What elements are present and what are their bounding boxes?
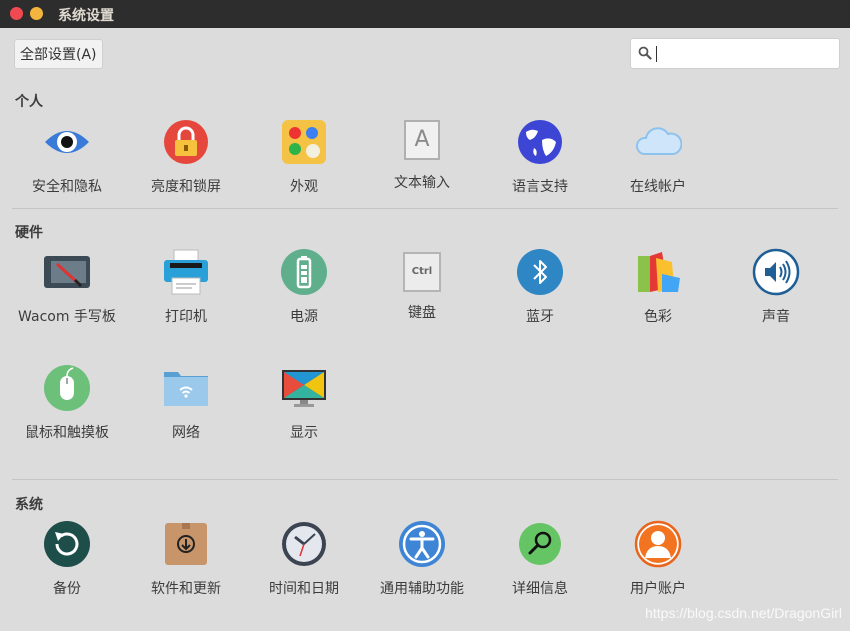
item-label: 用户账户 bbox=[630, 581, 686, 597]
item-label: 键盘 bbox=[408, 305, 436, 321]
speaker-icon bbox=[752, 248, 800, 296]
section-title-personal: 个人 bbox=[15, 94, 43, 110]
printer-icon bbox=[164, 249, 208, 295]
item-wacom-tablet[interactable]: Wacom 手写板 bbox=[12, 248, 122, 329]
search-box[interactable] bbox=[630, 38, 840, 69]
item-label: 语言支持 bbox=[512, 179, 568, 195]
item-label: 通用辅助功能 bbox=[380, 581, 464, 597]
separator bbox=[12, 479, 838, 480]
item-label: 时间和日期 bbox=[269, 581, 339, 597]
section-title-system: 系统 bbox=[15, 497, 43, 513]
item-online-accounts[interactable]: 在线帐户 bbox=[603, 118, 713, 199]
magnifier-icon bbox=[519, 523, 561, 565]
package-icon bbox=[165, 523, 207, 565]
item-label: 亮度和锁屏 bbox=[151, 179, 221, 195]
item-brightness-lock[interactable]: 亮度和锁屏 bbox=[131, 118, 241, 199]
section-title-hardware: 硬件 bbox=[15, 225, 43, 241]
item-label: 蓝牙 bbox=[526, 309, 554, 325]
window-title: 系统设置 bbox=[58, 8, 114, 24]
cloud-icon bbox=[635, 127, 683, 155]
item-printers[interactable]: 打印机 bbox=[131, 248, 241, 329]
globe-icon bbox=[518, 120, 562, 164]
item-label: 安全和隐私 bbox=[32, 179, 102, 195]
item-label: 电源 bbox=[290, 309, 318, 325]
item-label: Wacom 手写板 bbox=[18, 309, 116, 325]
network-folder-icon bbox=[164, 372, 208, 406]
item-label: 鼠标和触摸板 bbox=[25, 425, 109, 441]
item-label: 声音 bbox=[762, 309, 790, 325]
text-entry-icon: A bbox=[398, 118, 446, 166]
item-mouse-touchpad[interactable]: 鼠标和触摸板 bbox=[12, 364, 122, 445]
item-label: 显示 bbox=[290, 425, 318, 441]
item-label: 备份 bbox=[53, 581, 81, 597]
item-label: 外观 bbox=[290, 179, 318, 195]
search-input[interactable] bbox=[655, 43, 833, 64]
item-text-entry[interactable]: A 文本输入 bbox=[367, 118, 477, 195]
item-language-support[interactable]: 语言支持 bbox=[485, 118, 595, 199]
keyboard-icon: Ctrl bbox=[398, 248, 446, 296]
item-displays[interactable]: 显示 bbox=[249, 364, 359, 445]
item-appearance[interactable]: 外观 bbox=[249, 118, 359, 199]
item-details[interactable]: 详细信息 bbox=[485, 520, 595, 601]
color-swatch-icon bbox=[638, 252, 680, 292]
item-power[interactable]: 电源 bbox=[249, 248, 359, 329]
mouse-icon bbox=[44, 365, 90, 411]
item-security-privacy[interactable]: 安全和隐私 bbox=[12, 118, 122, 199]
backup-icon bbox=[44, 521, 90, 567]
bluetooth-icon bbox=[517, 249, 563, 295]
close-button[interactable] bbox=[10, 7, 23, 20]
clock-icon bbox=[282, 522, 326, 566]
user-icon bbox=[634, 520, 682, 568]
item-bluetooth[interactable]: 蓝牙 bbox=[485, 248, 595, 329]
eye-icon bbox=[45, 131, 89, 153]
all-settings-button[interactable]: 全部设置(A) bbox=[14, 39, 103, 69]
item-software-updates[interactable]: 软件和更新 bbox=[131, 520, 241, 601]
item-label: 打印机 bbox=[165, 309, 207, 325]
battery-icon bbox=[281, 249, 327, 295]
appearance-icon bbox=[282, 120, 326, 164]
title-bar: 系统设置 bbox=[0, 0, 850, 28]
lock-icon bbox=[164, 120, 208, 164]
item-label: 网络 bbox=[172, 425, 200, 441]
item-keyboard[interactable]: Ctrl 键盘 bbox=[367, 248, 477, 325]
tablet-icon bbox=[44, 256, 90, 288]
text-cursor bbox=[656, 46, 657, 62]
item-network[interactable]: 网络 bbox=[131, 364, 241, 445]
item-color[interactable]: 色彩 bbox=[603, 248, 713, 329]
minimize-button[interactable] bbox=[30, 7, 43, 20]
item-label: 详细信息 bbox=[512, 581, 568, 597]
item-user-accounts[interactable]: 用户账户 bbox=[603, 520, 713, 601]
item-label: 软件和更新 bbox=[151, 581, 221, 597]
item-label: 色彩 bbox=[644, 309, 672, 325]
separator bbox=[12, 208, 838, 209]
accessibility-icon bbox=[399, 521, 445, 567]
item-universal-access[interactable]: 通用辅助功能 bbox=[367, 520, 477, 601]
watermark: https://blog.csdn.net/DragonGirl bbox=[645, 605, 842, 621]
item-time-date[interactable]: 时间和日期 bbox=[249, 520, 359, 601]
item-sound[interactable]: 声音 bbox=[721, 248, 831, 329]
search-icon bbox=[638, 46, 652, 60]
item-backups[interactable]: 备份 bbox=[12, 520, 122, 601]
item-label: 文本输入 bbox=[394, 175, 450, 191]
monitor-icon bbox=[282, 370, 326, 407]
item-label: 在线帐户 bbox=[630, 179, 686, 195]
